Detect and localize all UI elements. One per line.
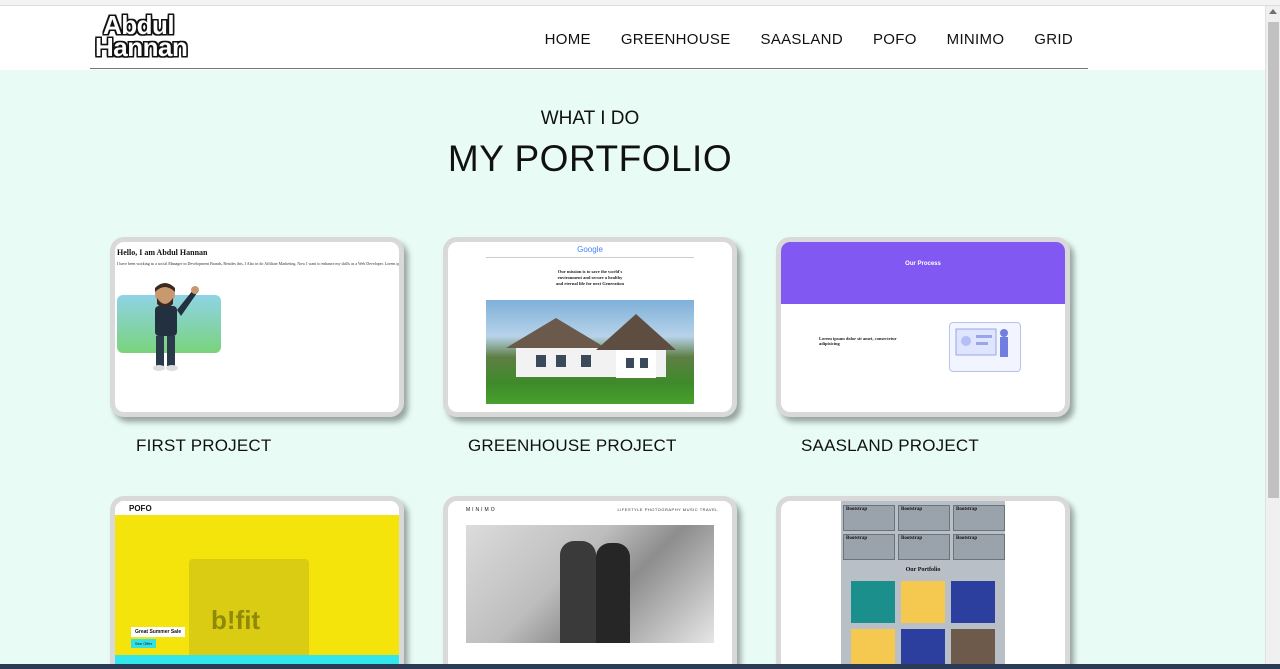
thumb-grid-image	[851, 629, 895, 669]
project-card-first[interactable]: Hello, I am Abdul Hannan I have been wor…	[110, 237, 404, 417]
nav-saasland[interactable]: SAASLAND	[761, 31, 843, 48]
header-divider	[90, 68, 1088, 69]
thumb-band-title: Our Process	[905, 261, 941, 267]
thumb-grid-cell: Bootstrap	[843, 505, 895, 531]
thumb-grid-image	[951, 581, 995, 623]
thumb-divider	[486, 257, 694, 258]
thumb-grid-image	[951, 629, 995, 669]
project-card-saasland[interactable]: Our Process Lorem ipsum dolor sit amet, …	[776, 237, 1070, 417]
thumb-topbar: POFO	[115, 501, 399, 515]
thumb-offer-button: See Offer	[131, 639, 157, 648]
logo[interactable]: Abdul Hannan	[95, 12, 190, 62]
thumb-grid-heading: Our Portfolio	[905, 567, 941, 573]
project-card-greenhouse[interactable]: Google Our mission is to save the world'…	[443, 237, 737, 417]
taskbar-strip	[0, 664, 1280, 669]
nav-grid[interactable]: GRID	[1034, 31, 1073, 48]
project-card-pofo[interactable]: POFO b!fit Great Summer Sale See Offer	[110, 496, 404, 669]
thumb-bag-text: b!fit	[211, 605, 261, 635]
thumb-person-2	[596, 543, 630, 643]
thumb-grid-cell: Bootstrap	[898, 534, 950, 560]
thumb-sale-label: Great Summer Sale	[131, 627, 186, 637]
scroll-up-icon[interactable]	[1269, 9, 1277, 14]
section-title: MY PORTFOLIO	[447, 138, 733, 179]
project-label-first: FIRST PROJECT	[136, 436, 272, 455]
thumb-purple-band: Our Process	[781, 242, 1065, 304]
thumb-lead-text: Lorem ipsum dolor sit amet, consectetur …	[819, 336, 897, 346]
nav-home[interactable]: HOME	[545, 31, 591, 48]
nav-minimo[interactable]: MINIMO	[947, 31, 1005, 48]
thumb-minimo-brand: MINIMO	[466, 507, 497, 513]
logo-line-2: Hannan	[95, 32, 188, 62]
thumb-grid-cell: Bootstrap	[843, 534, 895, 560]
project-label-greenhouse: GREENHOUSE PROJECT	[468, 436, 677, 455]
house-icon	[506, 314, 676, 378]
thumb-illustration	[949, 322, 1021, 372]
thumb-person-1	[560, 541, 596, 643]
thumb-grid-image	[851, 581, 895, 623]
thumb-google: Google	[577, 245, 603, 254]
dashboard-illustration-icon	[955, 328, 1008, 357]
main-nav: HOME GREENHOUSE SAASLAND POFO MINIMO GRI…	[545, 31, 1073, 48]
project-card-grid[interactable]: Bootstrap Bootstrap Bootstrap Bootstrap …	[776, 496, 1070, 669]
avatar-figure-icon	[153, 283, 199, 371]
nav-pofo[interactable]: POFO	[873, 31, 917, 48]
thumb-house-photo	[486, 300, 694, 404]
thumb-grid-image	[901, 581, 945, 623]
thumb-mission-3: and eternal life for next Generation	[555, 281, 625, 286]
thumb-grid-cell: Bootstrap	[953, 534, 1005, 560]
scrollbar-thumb[interactable]	[1268, 22, 1279, 498]
thumb-mission: Our mission is to save the world's envir…	[448, 269, 732, 287]
thumb-grid-cell: Bootstrap	[953, 505, 1005, 531]
thumb-minimo-menu: LIFESTYLE PHOTOGRAPHY MUSIC TRAVEL	[617, 507, 718, 512]
thumb-heading: Hello, I am Abdul Hannan	[117, 248, 208, 257]
thumb-pofo-logo: POFO	[129, 504, 152, 513]
thumb-text: I have been working as a social Manager …	[117, 261, 402, 266]
project-card-minimo[interactable]: MINIMO LIFESTYLE PHOTOGRAPHY MUSIC TRAVE…	[443, 496, 737, 669]
site-header: Abdul Hannan HOME GREENHOUSE SAASLAND PO…	[0, 6, 1265, 70]
portfolio-section: WHAT I DO MY PORTFOLIO Hello, I am Abdul…	[0, 70, 1265, 669]
thumb-grid-cell: Bootstrap	[898, 505, 950, 531]
thumb-grid-image	[901, 629, 945, 669]
nav-greenhouse[interactable]: GREENHOUSE	[621, 31, 731, 48]
project-label-saasland: SAASLAND PROJECT	[801, 436, 979, 455]
section-kicker: WHAT I DO	[540, 108, 640, 129]
page-scrollbar[interactable]	[1265, 6, 1280, 669]
